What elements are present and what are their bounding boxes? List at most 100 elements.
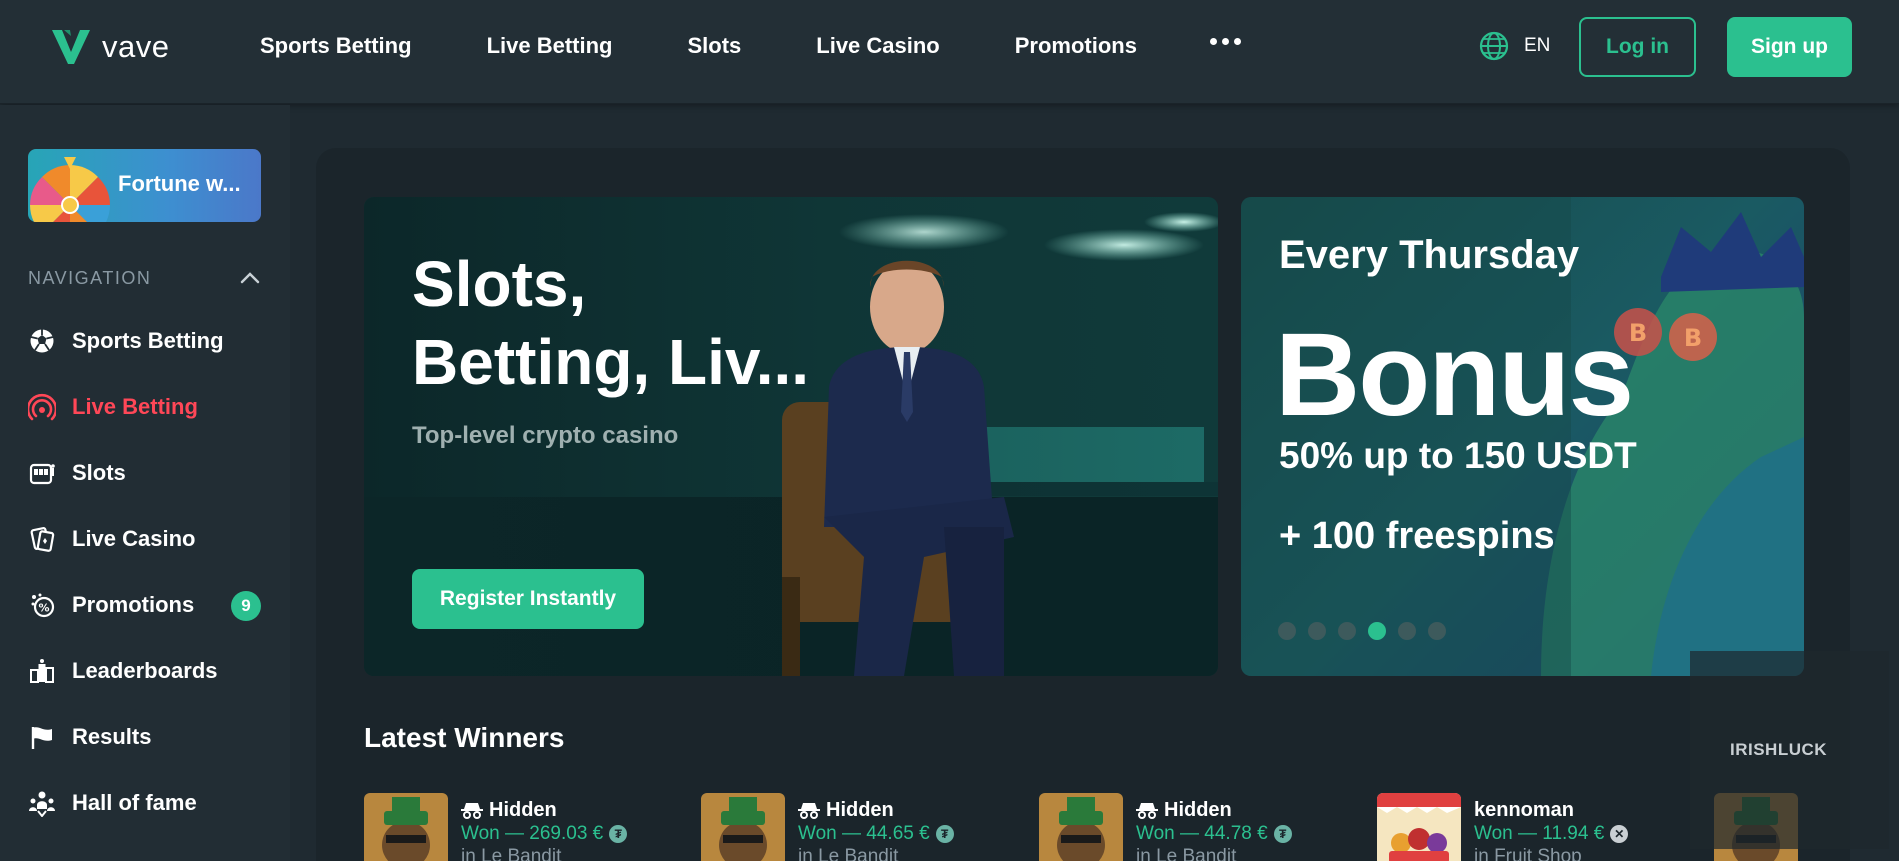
carousel-dot[interactable] — [1398, 622, 1416, 640]
winner-game: in Fruit Shop — [1474, 846, 1582, 861]
promo-freespins-line: + 100 freespins — [1279, 515, 1555, 557]
winner-amount: Won — 44.78 € ₮ — [1136, 822, 1292, 846]
game-thumbnail-le-bandit — [701, 793, 785, 861]
leaderboard-icon — [28, 657, 56, 685]
winner-amount-text: Won — 11.94 € — [1474, 823, 1605, 844]
language-label: EN — [1524, 35, 1551, 56]
hero-subtitle: Top-level crypto casino — [412, 422, 679, 449]
top-nav-slots[interactable]: Slots — [687, 33, 741, 59]
trophy-people-icon — [28, 789, 56, 817]
svg-text:%: % — [38, 602, 49, 615]
sidebar-item-label: Live Betting — [72, 394, 198, 419]
sidebar-item-slots[interactable]: Slots — [28, 453, 268, 493]
top-nav-live-casino[interactable]: Live Casino — [816, 33, 939, 59]
sidebar-item-live-casino[interactable]: Live Casino — [28, 519, 268, 559]
latest-winners-list: Hidden Won — 269.03 € ₮ in Le Bandit Hidd… — [364, 793, 1899, 861]
sidebar-item-results[interactable]: Results — [28, 717, 268, 757]
sidebar-item-label: Leaderboards — [72, 658, 218, 683]
winner-card[interactable]: Hidden Won — 44.78 € ₮ in Le Bandit — [1039, 793, 1292, 861]
sidebar-item-sports-betting[interactable]: Sports Betting — [28, 321, 268, 361]
fortune-wheel-icon — [30, 157, 110, 222]
sidebar-item-hall-of-fame[interactable]: Hall of fame — [28, 783, 268, 823]
winner-amount-text: Won — 269.03 € — [461, 823, 604, 844]
login-button[interactable]: Log in — [1579, 17, 1696, 77]
logo[interactable]: vave — [50, 24, 169, 70]
carousel-dot[interactable] — [1428, 622, 1446, 640]
carousel-dot[interactable] — [1308, 622, 1326, 640]
game-thumbnail-le-bandit — [364, 793, 448, 861]
promo-kicker: Every Thursday — [1279, 233, 1580, 277]
usdt-coin-icon: ₮ — [609, 825, 628, 843]
promotions-count-badge: 9 — [231, 591, 261, 621]
top-nav-promotions[interactable]: Promotions — [1015, 33, 1137, 59]
incognito-icon — [798, 803, 820, 819]
promo-headline: Bonus — [1275, 309, 1634, 441]
winner-name-text: Hidden — [489, 799, 557, 821]
sidebar-item-label: Hall of fame — [72, 790, 197, 815]
winner-name-text: kennoman — [1474, 799, 1575, 821]
hero-title: Slots, Betting, Liv... — [412, 248, 810, 398]
winner-name: Hidden — [1136, 798, 1292, 822]
winner-card[interactable]: Hidden Won — 269.03 € ₮ in Le Bandit — [364, 793, 628, 861]
winner-name-text: Hidden — [1164, 799, 1232, 821]
fortune-banner-label: Fortune w... — [118, 171, 241, 196]
carousel-dot-active[interactable] — [1368, 622, 1386, 640]
carousel-dots — [1278, 622, 1446, 640]
winner-amount-text: Won — 44.78 € — [1136, 823, 1268, 844]
winner-game: in Le Bandit — [798, 846, 899, 861]
sidebar-item-label: Sports Betting — [72, 328, 224, 353]
usdt-coin-icon: ₮ — [1273, 825, 1292, 843]
winner-game: in Le Bandit — [461, 846, 562, 861]
soccer-ball-icon — [28, 327, 56, 355]
winner-name: Hidden — [798, 798, 954, 822]
carousel-dot[interactable] — [1278, 622, 1296, 640]
ellipsis-icon[interactable] — [1210, 38, 1241, 45]
top-nav-sports-betting[interactable]: Sports Betting — [260, 33, 412, 59]
navigation-heading: NAVIGATION — [28, 268, 152, 288]
register-instantly-button[interactable]: Register Instantly — [412, 569, 644, 629]
game-thumbnail-le-bandit — [1039, 793, 1123, 861]
sidebar-item-leaderboards[interactable]: Leaderboards — [28, 651, 268, 691]
winner-card[interactable]: Hidden Won — 44.65 € ₮ in Le Bandit — [701, 793, 954, 861]
live-signal-icon — [28, 393, 56, 421]
xrp-coin-icon: ✕ — [1610, 825, 1629, 843]
svg-text:B: B — [1684, 324, 1702, 352]
winner-amount-text: Won — 44.65 € — [798, 823, 930, 844]
hero-banner[interactable]: Slots, Betting, Liv... Top-level crypto … — [364, 197, 1218, 676]
usdt-coin-icon: ₮ — [935, 825, 954, 843]
sidebar-item-promotions[interactable]: % Promotions 9 — [28, 585, 268, 625]
winner-amount: Won — 11.94 € ✕ — [1474, 822, 1629, 846]
fortune-wheel-banner[interactable]: Fortune w... — [28, 149, 261, 222]
globe-icon — [1479, 31, 1509, 61]
winner-amount: Won — 44.65 € ₮ — [798, 822, 954, 846]
sidebar-item-label: Slots — [72, 460, 126, 485]
winner-name-text: Hidden — [826, 799, 894, 821]
sidebar-item-label: Results — [72, 724, 152, 749]
sidebar-item-live-betting[interactable]: Live Betting — [28, 387, 268, 427]
flag-icon — [28, 723, 56, 751]
top-nav: Sports Betting Live Betting Slots Live C… — [260, 0, 1212, 92]
winner-name: Hidden — [461, 798, 627, 822]
winner-game: in Le Bandit — [1136, 846, 1237, 861]
game-thumbnail-fruit-shop — [1377, 793, 1461, 861]
watermark-overlay: IRISHLUCK — [1690, 651, 1889, 849]
sidebar-item-label: Promotions — [72, 592, 195, 617]
incognito-icon — [461, 803, 483, 819]
signup-button[interactable]: Sign up — [1727, 17, 1852, 77]
promo-icon: % — [28, 591, 56, 619]
watermark-text: IRISHLUCK — [1730, 740, 1828, 759]
slot-machine-icon — [28, 459, 56, 487]
carousel-dot[interactable] — [1338, 622, 1356, 640]
sidebar-item-label: Live Casino — [72, 526, 196, 551]
language-selector[interactable]: EN — [1478, 28, 1550, 64]
chevron-up-icon[interactable] — [240, 270, 260, 284]
promo-banner[interactable]: B B Every Thursday Bonus 50% up to 150 U… — [1241, 197, 1804, 676]
winner-name: kennoman — [1474, 798, 1628, 822]
top-header: vave Sports Betting Live Betting Slots L… — [0, 0, 1899, 104]
promo-offer-line: 50% up to 150 USDT — [1279, 435, 1637, 476]
sidebar: Fortune w... NAVIGATION Sports Betting L… — [0, 105, 290, 861]
winner-card[interactable]: kennoman Won — 11.94 € ✕ in Fruit Shop — [1377, 793, 1629, 861]
vave-logo-icon — [52, 30, 90, 64]
winner-amount: Won — 269.03 € ₮ — [461, 822, 628, 846]
top-nav-live-betting[interactable]: Live Betting — [487, 33, 613, 59]
